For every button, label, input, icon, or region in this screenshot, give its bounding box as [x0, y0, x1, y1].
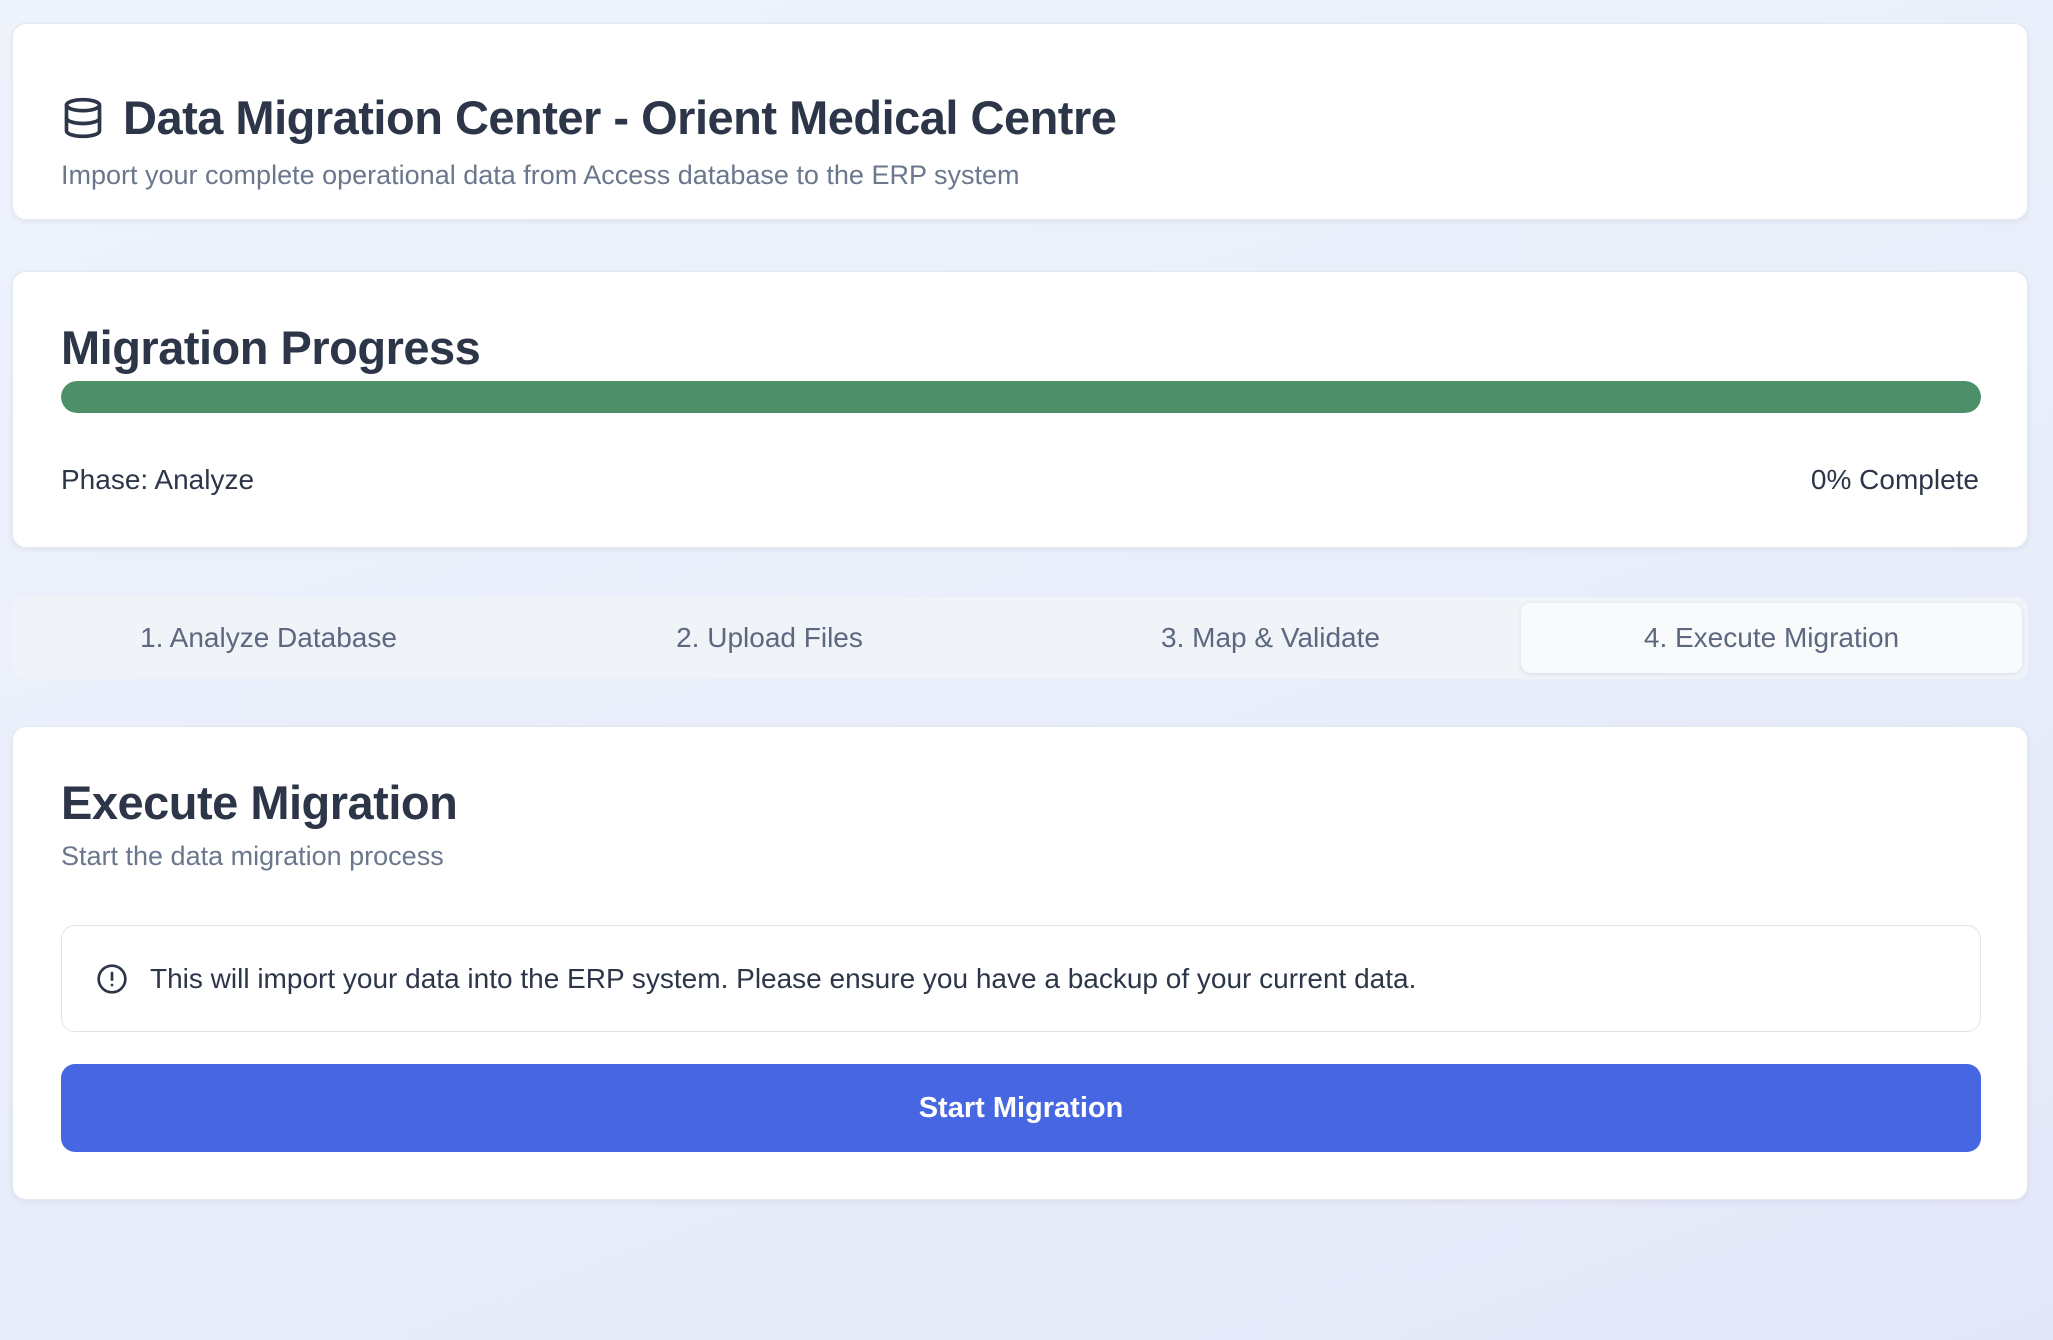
alert-text: This will import your data into the ERP …: [150, 962, 1417, 994]
backup-warning-alert: This will import your data into the ERP …: [61, 925, 1981, 1032]
start-migration-button[interactable]: Start Migration: [61, 1064, 1981, 1152]
execute-title: Execute Migration: [61, 776, 458, 829]
progress-title: Migration Progress: [61, 321, 481, 374]
progress-bar: [61, 381, 1981, 413]
migration-progress-card: Migration Progress Phase: Analyze 0% Com…: [12, 271, 2028, 548]
database-icon: [61, 94, 105, 142]
page-title: Data Migration Center - Orient Medical C…: [123, 91, 1117, 144]
progress-bar-fill: [61, 381, 1981, 413]
alert-circle-icon: [96, 963, 128, 995]
migration-steps-tabs: 1. Analyze Database 2. Upload Files 3. M…: [12, 597, 2028, 679]
execute-subtitle: Start the data migration process: [61, 841, 444, 871]
header-card: Data Migration Center - Orient Medical C…: [12, 23, 2028, 220]
percent-complete-label: 0% Complete: [1810, 464, 1979, 495]
page-subtitle: Import your complete operational data fr…: [61, 160, 1020, 190]
execute-migration-card: Execute Migration Start the data migrati…: [12, 726, 2028, 1200]
tab-upload-files[interactable]: 2. Upload Files: [519, 603, 1020, 673]
phase-label: Phase: Analyze: [61, 464, 255, 495]
tab-analyze-database[interactable]: 1. Analyze Database: [18, 603, 519, 673]
tab-map-validate[interactable]: 3. Map & Validate: [1020, 603, 1521, 673]
header-title-row: Data Migration Center - Orient Medical C…: [61, 90, 1117, 145]
tab-execute-migration[interactable]: 4. Execute Migration: [1521, 603, 2022, 673]
